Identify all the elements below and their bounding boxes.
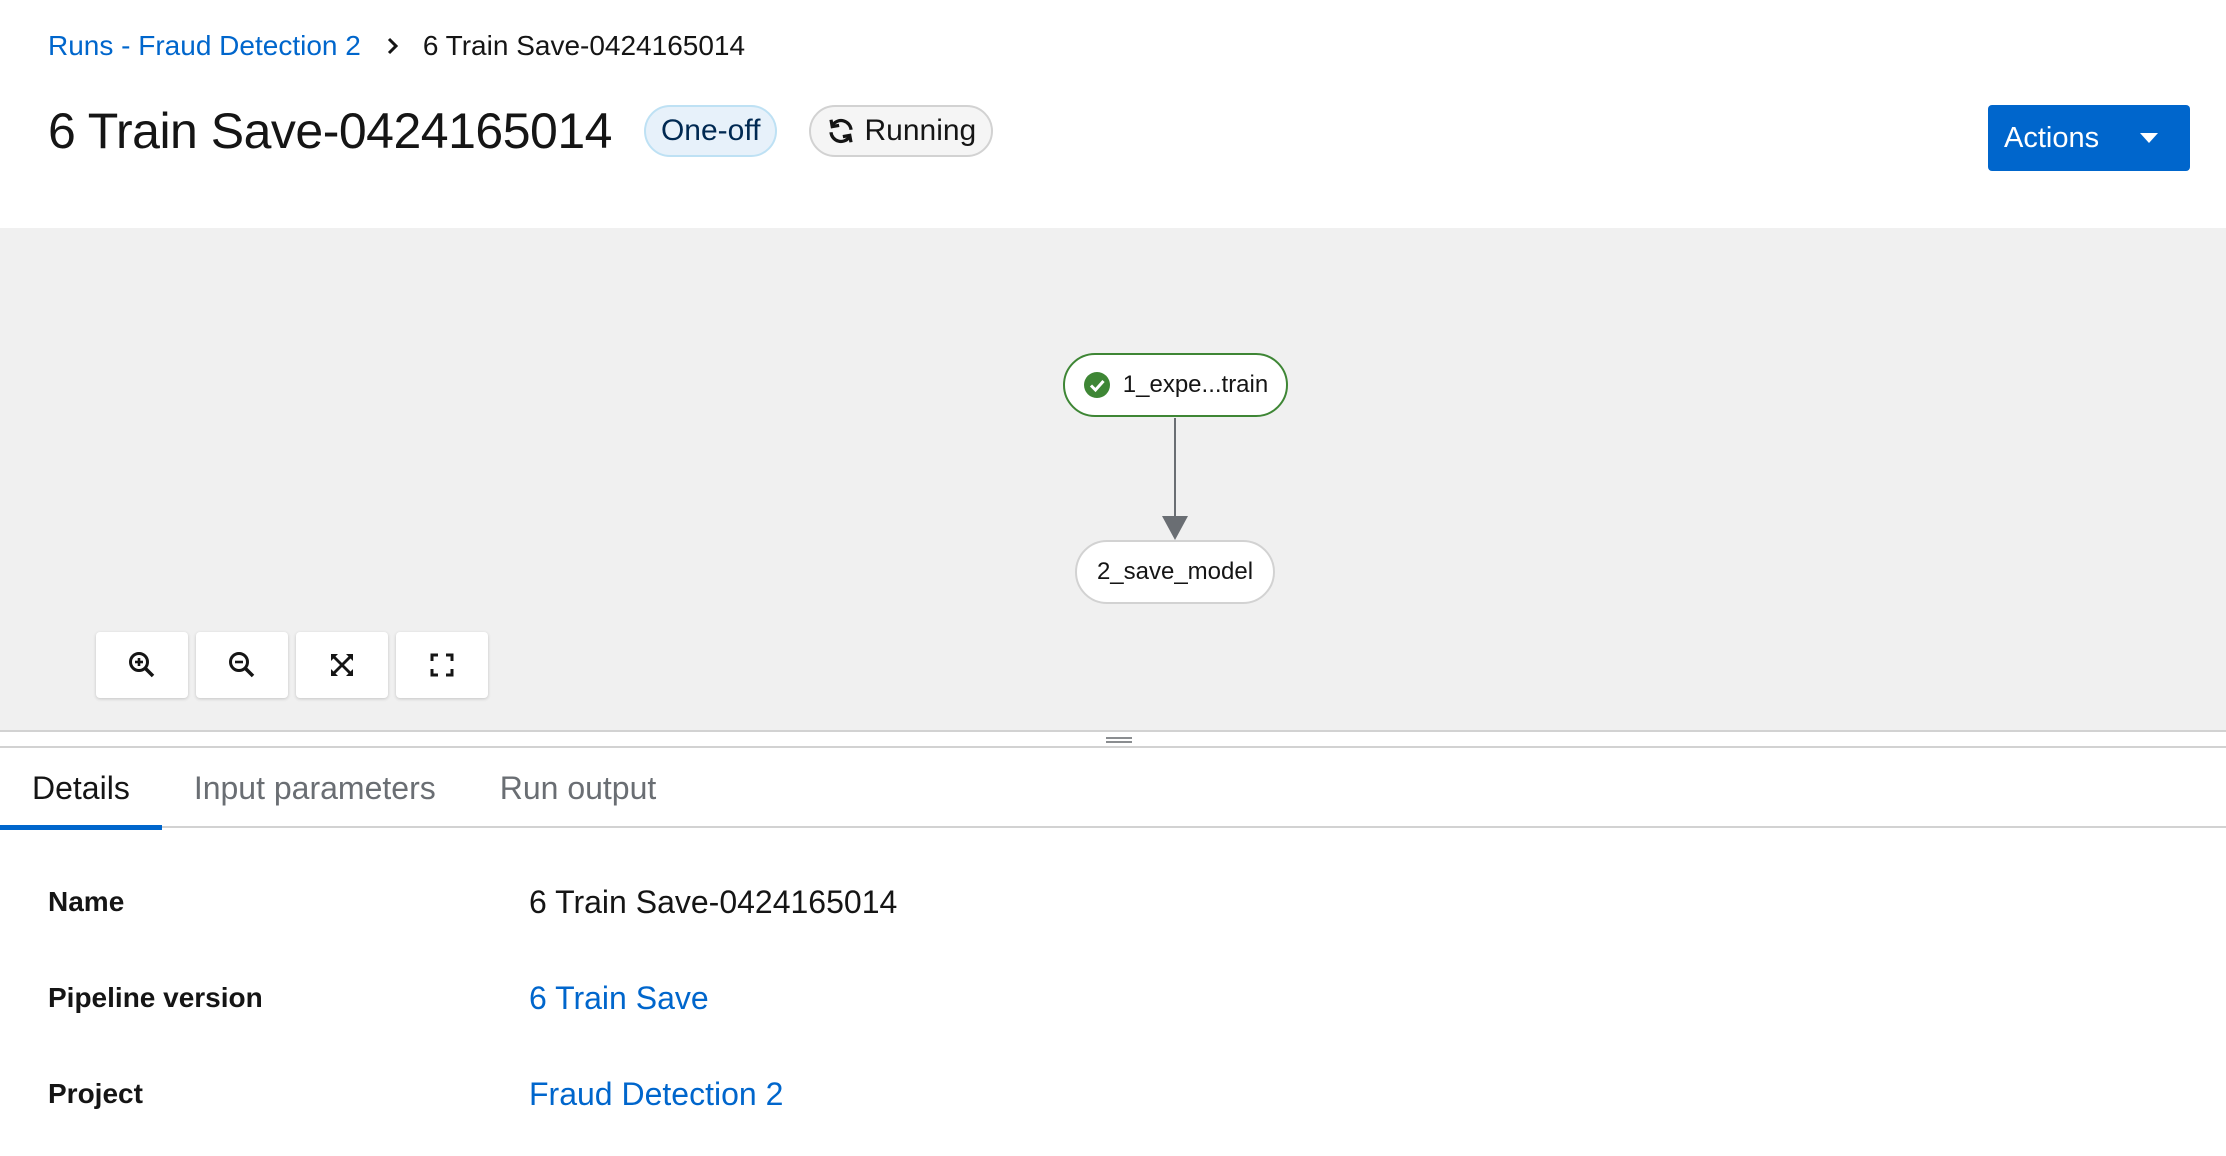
tab-details[interactable]: Details — [0, 748, 162, 830]
check-circle-icon — [1083, 372, 1110, 398]
tab-input-parameters[interactable]: Input parameters — [162, 748, 468, 828]
detail-term: Pipeline version — [48, 982, 263, 1013]
detail-value: 6 Train Save-0424165014 — [529, 884, 898, 920]
reset-view-icon — [430, 653, 454, 677]
breadcrumb: Runs - Fraud Detection 2 6 Train Save-04… — [48, 28, 745, 64]
fit-to-screen-icon — [331, 654, 353, 676]
run-type-badge: One-off — [643, 105, 778, 157]
breadcrumb-current: 6 Train Save-0424165014 — [422, 30, 746, 61]
drag-handle-icon[interactable] — [1106, 737, 1132, 743]
sync-icon — [829, 118, 854, 144]
zoom-in-icon — [129, 652, 155, 678]
detail-term: Project — [48, 1078, 143, 1109]
zoom-out-button[interactable] — [196, 632, 288, 698]
detail-row-project: Project Fraud Detection 2 — [48, 1074, 1248, 1114]
breadcrumb-runs-link[interactable]: Runs - Fraud Detection 2 — [48, 28, 361, 64]
reset-view-button[interactable] — [396, 632, 488, 698]
detail-tabs: Details Input parameters Run output — [0, 748, 2226, 830]
drawer-splitter[interactable] — [0, 730, 2226, 748]
title-row: 6 Train Save-0424165014 One-off Running — [48, 100, 994, 162]
zoom-out-icon — [229, 652, 255, 678]
chevron-right-icon — [383, 37, 401, 55]
caret-down-icon — [2140, 133, 2158, 143]
run-status-badge: Running — [809, 105, 994, 157]
run-status-text: Running — [864, 114, 977, 147]
actions-label: Actions — [2004, 121, 2100, 154]
detail-term: Name — [48, 886, 125, 917]
node-label: 1_expe...train — [1122, 371, 1269, 398]
detail-row-name: Name 6 Train Save-0424165014 — [48, 882, 1248, 922]
pipeline-graph[interactable]: 1_expe...train 2_save_model — [0, 228, 2226, 732]
tab-run-output[interactable]: Run output — [468, 748, 689, 828]
graph-node-train[interactable]: 1_expe...train — [1063, 353, 1288, 417]
project-link[interactable]: Fraud Detection 2 — [529, 1076, 783, 1112]
page-title: 6 Train Save-0424165014 — [48, 103, 612, 159]
detail-row-pipeline-version: Pipeline version 6 Train Save — [48, 978, 1248, 1018]
graph-node-save-model[interactable]: 2_save_model — [1075, 540, 1275, 604]
fit-to-screen-button[interactable] — [296, 632, 388, 698]
actions-dropdown-button[interactable]: Actions — [1988, 105, 2190, 171]
node-label: 2_save_model — [1096, 558, 1254, 585]
zoom-in-button[interactable] — [96, 632, 188, 698]
pipeline-version-link[interactable]: 6 Train Save — [529, 980, 709, 1016]
